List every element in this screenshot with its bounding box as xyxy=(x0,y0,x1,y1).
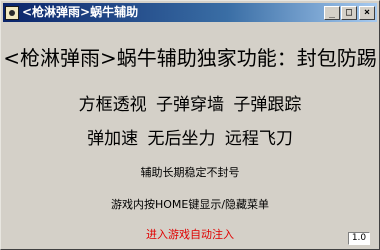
main-window: <枪淋弹雨>蜗牛辅助 _ □ × <枪淋弹雨>蜗牛辅助独家功能：封包防踢 方框透… xyxy=(0,0,380,250)
title-bar[interactable]: <枪淋弹雨>蜗牛辅助 _ □ × xyxy=(3,3,377,22)
window-title: <枪淋弹雨>蜗牛辅助 xyxy=(22,5,139,19)
stability-note: 辅助长期稳定不封号 xyxy=(140,166,240,179)
app-icon xyxy=(5,5,19,20)
status-text: 进入游戏自动注入 xyxy=(146,228,234,241)
features-line-2: 弹加速 无后坐力 远程飞刀 xyxy=(87,129,293,149)
headline-text: <枪淋弹雨>蜗牛辅助独家功能：封包防踢 xyxy=(3,46,377,70)
close-button[interactable]: × xyxy=(359,5,375,20)
minimize-button[interactable]: _ xyxy=(324,5,340,20)
window-controls: _ □ × xyxy=(323,5,375,20)
features-line-1: 方框透视 子弹穿墙 子弹跟踪 xyxy=(78,95,302,115)
maximize-button[interactable]: □ xyxy=(341,5,357,20)
home-key-note: 游戏内按HOME键显示/隐藏菜单 xyxy=(110,198,270,211)
version-label: 1.0 xyxy=(348,232,370,245)
